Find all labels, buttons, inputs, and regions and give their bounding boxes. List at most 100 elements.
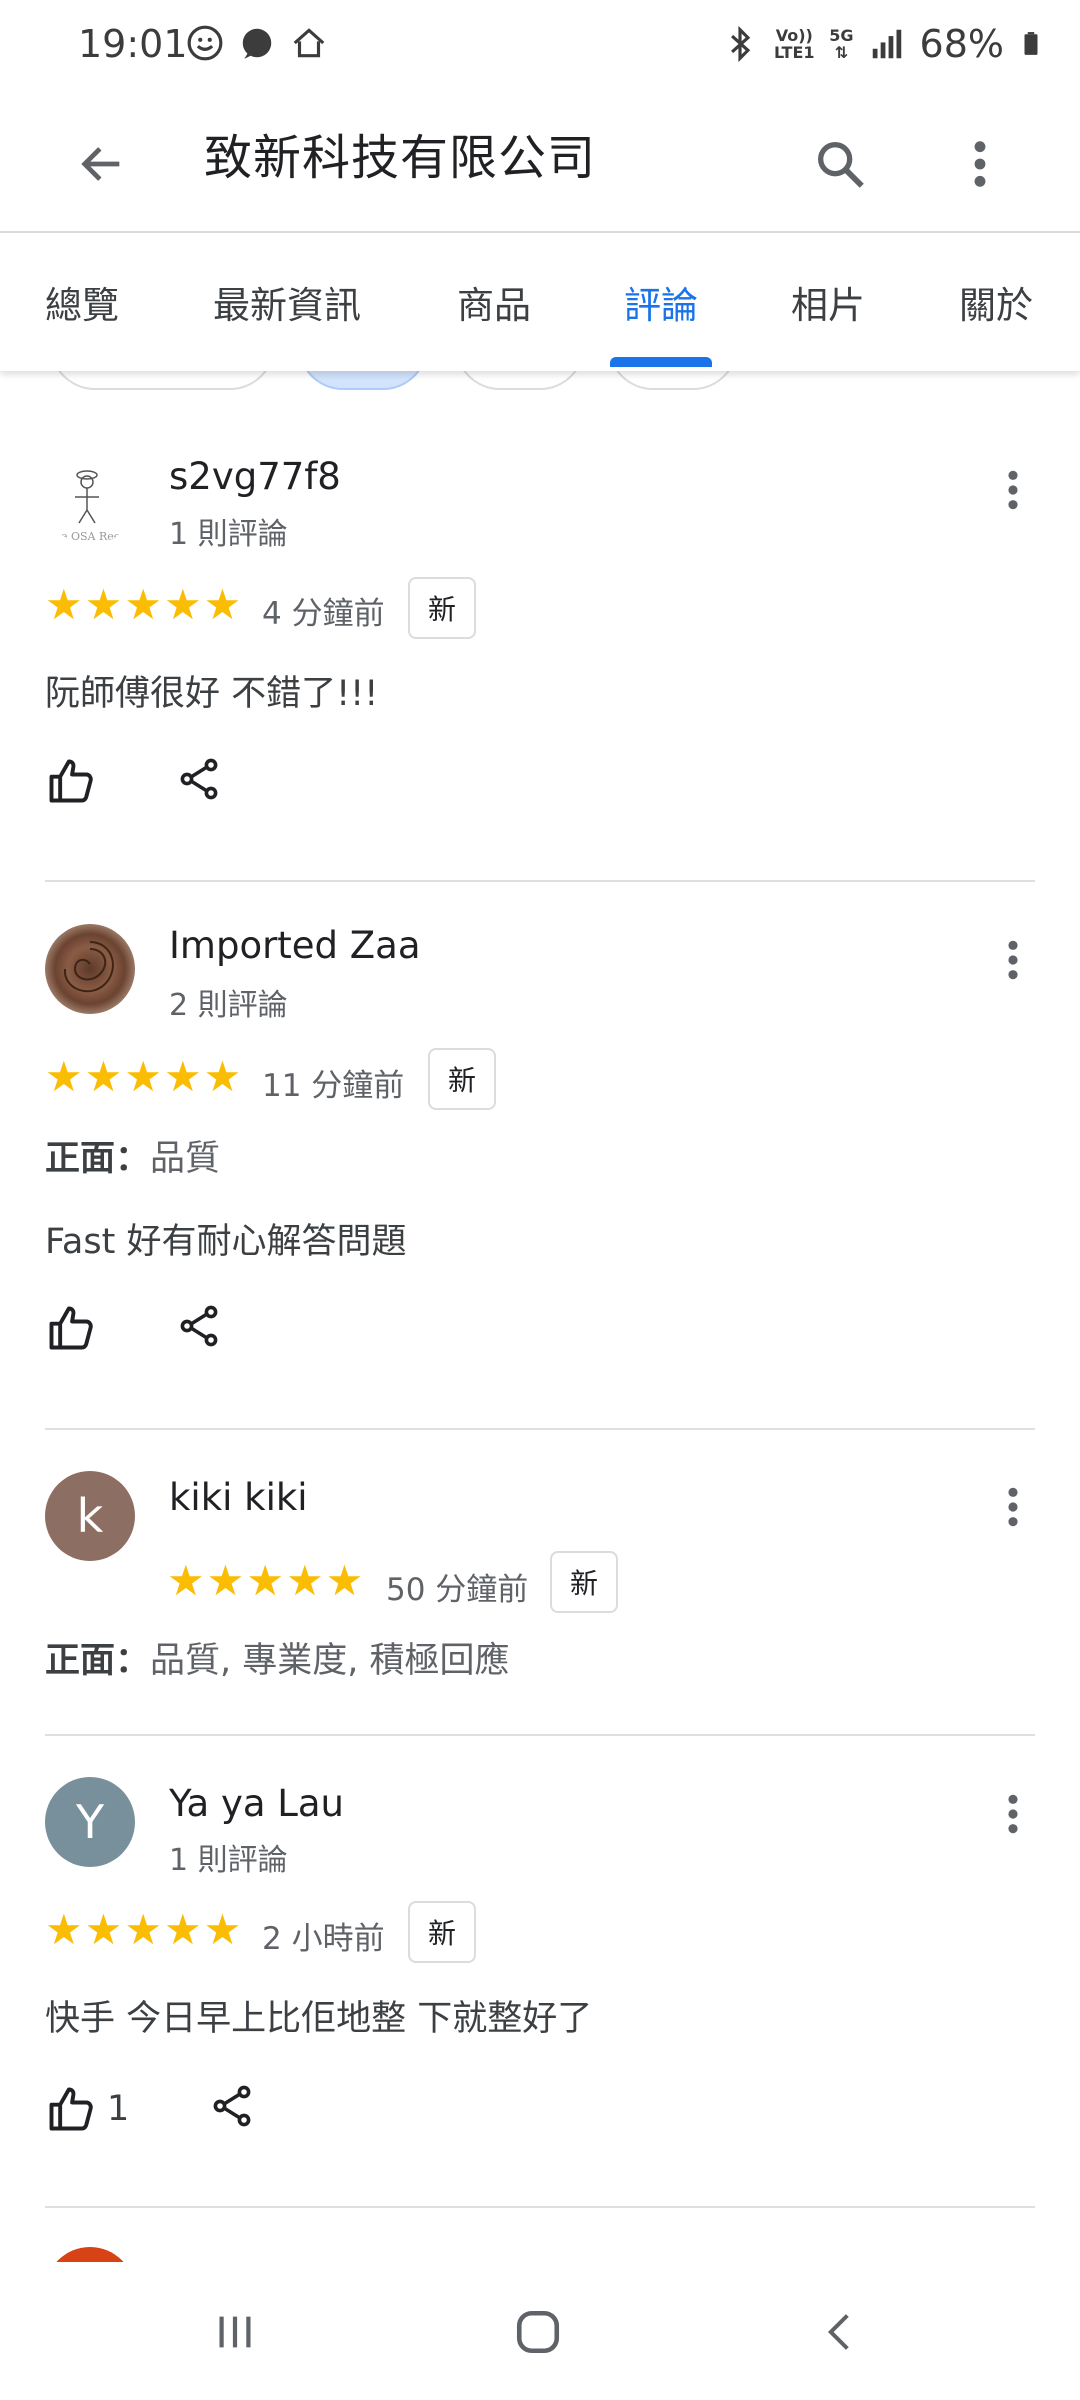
battery-icon	[1024, 32, 1038, 55]
tab-photos[interactable]: 相片	[791, 275, 865, 329]
star-icon: ★	[84, 1052, 123, 1101]
star-rating: ★ ★ ★ ★ ★	[45, 1056, 241, 1098]
avatar[interactable]: Y	[45, 1777, 135, 1867]
star-icon: ★	[124, 580, 162, 629]
positive-value: 品質, 專業度, 積極回應	[150, 1641, 510, 1681]
volte-indicator: Vo)) LTE1	[774, 26, 815, 62]
recent-apps-icon	[219, 2316, 251, 2348]
like-count: 1	[107, 2089, 130, 2129]
review-text: 快手 今日早上比佢地整 下就整好了	[45, 1999, 593, 2039]
star-icon: ★	[203, 580, 242, 629]
search-icon	[818, 142, 864, 188]
star-icon: ★	[124, 1905, 162, 1954]
share-icon	[180, 758, 218, 800]
positive-value: 品質	[150, 1139, 221, 1179]
review-menu-button[interactable]	[985, 925, 1041, 995]
home-button[interactable]	[493, 2292, 583, 2372]
home-app-icon	[293, 28, 325, 58]
tab-products[interactable]: 商品	[457, 275, 531, 329]
back-button[interactable]	[62, 124, 142, 204]
review-menu-button[interactable]	[985, 1779, 1041, 1849]
review-time: 4 分鐘前	[262, 596, 385, 632]
review-text: Fast 好有耐心解答問題	[45, 1222, 407, 1262]
star-icon: ★	[124, 1052, 162, 1101]
avatar[interactable]	[45, 924, 135, 1014]
reviewer-name[interactable]: kiki kiki	[169, 1476, 308, 1519]
review-divider	[45, 880, 1035, 882]
review-time: 11 分鐘前	[262, 1068, 405, 1104]
reviewer-name[interactable]: s2vg77f8	[169, 455, 341, 498]
more-vert-icon	[974, 141, 986, 187]
app-bar: 致新科技有限公司	[0, 92, 1080, 232]
avatar[interactable]: k	[45, 1471, 135, 1561]
review-divider	[45, 2206, 1035, 2208]
share-button[interactable]	[208, 2082, 256, 2130]
review-count: 1 則評論	[169, 517, 288, 552]
star-rating: ★ ★ ★ ★ ★	[45, 584, 241, 626]
signal-icon	[872, 29, 901, 59]
star-icon: ★	[163, 1052, 202, 1101]
star-icon: ★	[163, 1905, 202, 1954]
reviewer-name[interactable]: Ya ya Lau	[169, 1782, 344, 1825]
share-button[interactable]	[175, 755, 223, 803]
review-menu-button[interactable]	[985, 455, 1041, 525]
star-rating: ★ ★ ★ ★ ★	[45, 1909, 241, 1951]
like-button[interactable]	[45, 1302, 97, 1354]
share-icon	[180, 1305, 218, 1347]
rose-avatar-icon	[63, 941, 114, 993]
star-icon: ★	[167, 1556, 205, 1605]
active-tab-indicator	[610, 357, 712, 367]
status-time: 19:01	[78, 22, 188, 66]
search-button[interactable]	[800, 124, 880, 204]
star-icon: ★	[285, 1556, 324, 1605]
page-title: 致新科技有限公司	[204, 130, 597, 186]
more-vert-icon	[1008, 1487, 1018, 1527]
new-badge: 新	[408, 577, 476, 639]
chevron-left-icon	[827, 2314, 849, 2350]
status-bar: 19:01 Vo)) LTE1 5G ⇅ 68%	[0, 0, 1080, 92]
home-nav-icon	[516, 2310, 560, 2354]
star-icon: ★	[203, 1905, 242, 1954]
star-icon: ★	[84, 1905, 123, 1954]
star-icon: ★	[206, 1556, 245, 1605]
review-time: 50 分鐘前	[386, 1572, 529, 1608]
system-nav-bar	[0, 2262, 1080, 2400]
review-menu-button[interactable]	[985, 1472, 1041, 1542]
network-indicator: 5G ⇅	[829, 26, 854, 62]
star-icon: ★	[246, 1556, 284, 1605]
thumb-up-icon	[49, 759, 93, 803]
more-vert-icon	[1008, 940, 1018, 980]
avatar[interactable]: Ae OSA Ree	[45, 455, 135, 545]
tab-about[interactable]: 關於	[959, 275, 1033, 329]
thumb-up-icon	[49, 1306, 93, 1350]
positive-highlights: 正面：品質, 專業度, 積極回應	[45, 1632, 510, 1683]
tab-updates[interactable]: 最新資訊	[213, 275, 361, 329]
more-options-button[interactable]	[940, 124, 1020, 204]
stick-figure-avatar-icon: Ae OSA Ree	[52, 470, 120, 543]
star-icon: ★	[84, 580, 123, 629]
svg-text:Ae OSA Ree: Ae OSA Ree	[52, 530, 120, 543]
like-button[interactable]	[45, 755, 97, 807]
thumb-up-icon	[49, 2087, 93, 2131]
tab-overview[interactable]: 總覽	[45, 275, 119, 329]
tab-bar: 總覽 最新資訊 商品 評論 相片 關於	[0, 233, 1080, 371]
review-count: 2 則評論	[169, 988, 288, 1023]
back-nav-button[interactable]	[795, 2292, 885, 2372]
like-button[interactable]: 1	[45, 2083, 129, 2135]
reviewer-name[interactable]: Imported Zaa	[169, 924, 421, 967]
new-badge: 新	[550, 1551, 618, 1613]
star-icon: ★	[45, 1052, 83, 1101]
review-time: 2 小時前	[262, 1921, 385, 1957]
tab-reviews[interactable]: 評論	[624, 275, 698, 329]
review-count: 1 則評論	[169, 1843, 288, 1878]
review-text: 阮師傅很好 不錯了!!!	[45, 674, 379, 714]
smiley-icon	[187, 25, 223, 61]
star-icon: ★	[163, 580, 202, 629]
positive-label: 正面：	[45, 1641, 151, 1681]
recent-apps-button[interactable]	[190, 2292, 280, 2372]
new-badge: 新	[408, 1901, 476, 1963]
positive-highlights: 正面：品質	[45, 1130, 220, 1181]
battery-percent: 68%	[919, 22, 1004, 66]
more-vert-icon	[1008, 1794, 1018, 1834]
share-button[interactable]	[175, 1302, 223, 1350]
